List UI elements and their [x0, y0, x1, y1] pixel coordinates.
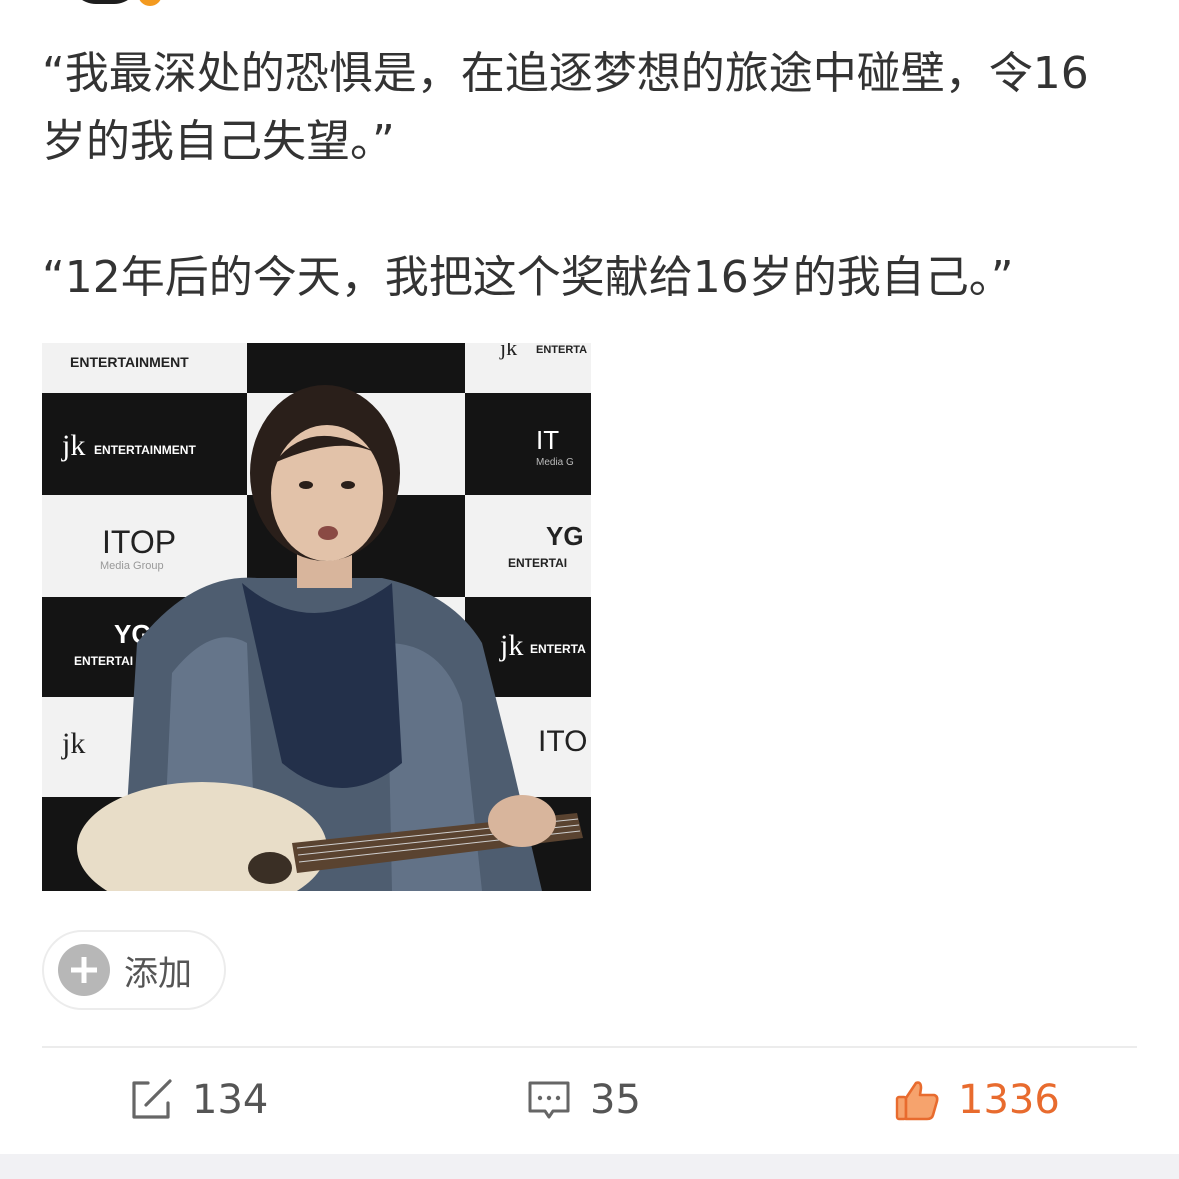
avatar[interactable] — [70, 0, 140, 4]
svg-text:ITO: ITO — [538, 725, 587, 758]
svg-text:ITOP: ITOP — [102, 524, 176, 560]
thumbs-up-icon — [895, 1081, 939, 1121]
svg-text:ENTERTAINMENT: ENTERTAINMENT — [94, 443, 196, 457]
post-paragraph: “12年后的今天，我把这个奖献给16岁的我自己。” — [42, 252, 1014, 303]
add-button[interactable]: 添加 — [42, 930, 226, 1010]
comment-icon — [528, 1081, 570, 1119]
svg-text:ENTERTA: ENTERTA — [530, 642, 586, 656]
post-paragraph: “我最深处的恐惧是，在追逐梦想的旅途中碰壁，令16岁的我自己失望。” — [42, 48, 1089, 167]
svg-text:IT: IT — [536, 425, 559, 455]
share-button[interactable]: 134 — [128, 1068, 268, 1132]
svg-text:jk: jk — [61, 429, 85, 462]
svg-text:ENTERTAI: ENTERTAI — [74, 654, 133, 668]
verified-badge-icon — [138, 0, 162, 6]
svg-text:jk: jk — [499, 629, 523, 662]
svg-text:Media G: Media G — [536, 457, 574, 468]
svg-text:ENTERTAI: ENTERTAI — [508, 556, 567, 570]
svg-text:ENTERTAINMENT: ENTERTAINMENT — [70, 354, 189, 370]
svg-text:YG: YG — [546, 521, 584, 551]
svg-text:ENTERTA: ENTERTA — [536, 344, 587, 356]
share-count: 134 — [192, 1077, 269, 1123]
post-text: “我最深处的恐惧是，在追逐梦想的旅途中碰壁，令16岁的我自己失望。” “12年后… — [42, 40, 1132, 312]
plus-icon — [58, 944, 110, 996]
post-image[interactable]: ENTERTAINMENT jk ENTERTAINMENT ITOP Medi… — [42, 343, 591, 891]
like-count: 1336 — [958, 1077, 1060, 1123]
share-icon — [132, 1079, 172, 1119]
svg-text:jk: jk — [499, 343, 517, 360]
comment-button[interactable]: 35 — [526, 1068, 641, 1132]
svg-text:Media Group: Media Group — [100, 560, 164, 572]
add-button-label: 添加 — [124, 953, 192, 994]
feed-separator — [0, 1154, 1179, 1179]
divider — [42, 1046, 1137, 1048]
svg-text:jk: jk — [61, 727, 85, 760]
comment-count: 35 — [590, 1077, 641, 1123]
like-button[interactable]: 1336 — [894, 1068, 1060, 1132]
photo-guitar-performance: ENTERTAINMENT jk ENTERTAINMENT ITOP Medi… — [42, 343, 591, 891]
